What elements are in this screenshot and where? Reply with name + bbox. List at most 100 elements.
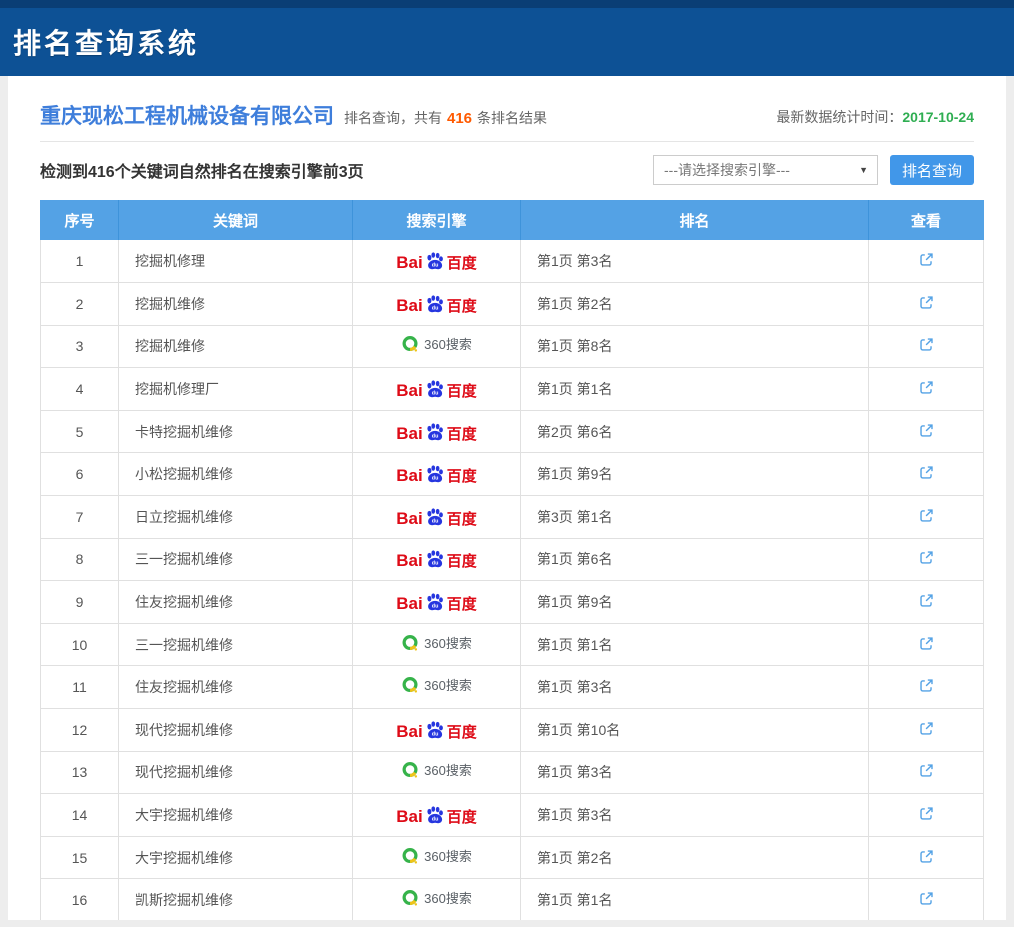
baidu-logo: Bai du 百度 [396, 549, 476, 569]
row-keyword: 现代挖掘机维修 [119, 751, 353, 794]
summary-row: 重庆现松工程机械设备有限公司 排名查询，共有416条排名结果 最新数据统计时间：… [40, 100, 974, 130]
so360-logo: 360搜索 [401, 889, 472, 908]
row-view [869, 496, 984, 539]
so360-label: 360搜索 [424, 764, 472, 777]
row-keyword: 挖掘机维修 [119, 325, 353, 368]
so360-ring-icon [401, 676, 420, 695]
row-index: 6 [41, 453, 119, 496]
row-keyword: 挖掘机修理 [119, 240, 353, 283]
so360-ring-icon [401, 335, 420, 354]
row-rank: 第1页 第1名 [521, 879, 869, 920]
baidu-paw-icon: du [424, 422, 445, 443]
baidu-logo-latin: Bai [396, 425, 422, 442]
baidu-logo-latin: Bai [396, 808, 422, 825]
row-index: 15 [41, 836, 119, 879]
header-top-strip [0, 0, 1014, 8]
table-row: 12 现代挖掘机维修 Bai du 百度 [41, 709, 984, 752]
row-keyword: 卡特挖掘机维修 [119, 410, 353, 453]
svg-text:du: du [432, 731, 439, 737]
row-rank: 第1页 第1名 [521, 623, 869, 666]
external-link-icon [918, 294, 935, 311]
row-view [869, 836, 984, 879]
svg-text:du: du [432, 262, 439, 268]
table-row: 14 大宇挖掘机维修 Bai du 百度 [41, 794, 984, 837]
table-row: 3 挖掘机维修 Bai du 百度 [41, 325, 984, 368]
row-view [869, 623, 984, 666]
baidu-logo-cn: 百度 [447, 256, 477, 271]
divider [40, 141, 974, 142]
baidu-logo: Bai du 百度 [396, 464, 476, 484]
baidu-paw-icon: du [424, 805, 445, 826]
row-rank: 第1页 第9名 [521, 581, 869, 624]
row-rank: 第1页 第3名 [521, 751, 869, 794]
baidu-logo-latin: Bai [396, 595, 422, 612]
company-name-link[interactable]: 重庆现松工程机械设备有限公司 [40, 100, 334, 130]
table-row: 1 挖掘机修理 Bai du 百度 [41, 240, 984, 283]
row-index: 3 [41, 325, 119, 368]
view-link[interactable] [918, 635, 935, 652]
rank-query-button[interactable]: 排名查询 [890, 155, 974, 185]
view-link[interactable] [918, 294, 935, 311]
row-engine: Bai du 百度 360搜索 [353, 879, 521, 920]
svg-text:du: du [432, 305, 439, 311]
engine-select[interactable]: ---请选择搜索引擎--- ▼ [653, 155, 878, 185]
view-link[interactable] [918, 251, 935, 268]
external-link-icon [918, 251, 935, 268]
baidu-logo-cn: 百度 [447, 597, 477, 612]
row-view [869, 538, 984, 581]
app-title: 排名查询系统 [0, 22, 199, 62]
view-link[interactable] [918, 592, 935, 609]
view-link[interactable] [918, 464, 935, 481]
col-header-view: 查看 [869, 200, 984, 240]
row-engine: Bai du 百度 360搜索 [353, 325, 521, 368]
table-header-row: 序号 关键词 搜索引擎 排名 查看 [41, 200, 984, 240]
baidu-logo-latin: Bai [396, 510, 422, 527]
baidu-logo-cn: 百度 [447, 810, 477, 825]
view-link[interactable] [918, 848, 935, 865]
stats-time: 最新数据统计时间：2017-10-24 [776, 107, 974, 130]
svg-text:du: du [432, 561, 439, 567]
view-link[interactable] [918, 720, 935, 737]
baidu-paw-icon: du [424, 549, 445, 570]
row-keyword: 凯斯挖掘机维修 [119, 879, 353, 920]
baidu-logo-latin: Bai [396, 552, 422, 569]
svg-text:du: du [432, 433, 439, 439]
baidu-logo: Bai du 百度 [396, 251, 476, 271]
baidu-logo-cn: 百度 [447, 384, 477, 399]
so360-logo: 360搜索 [401, 335, 472, 354]
view-link[interactable] [918, 549, 935, 566]
baidu-logo: Bai du 百度 [396, 592, 476, 612]
baidu-logo-latin: Bai [396, 723, 422, 740]
row-engine: Bai du 百度 360搜索 [353, 453, 521, 496]
row-engine: Bai du 百度 360搜索 [353, 496, 521, 539]
baidu-logo-latin: Bai [396, 467, 422, 484]
row-engine: Bai du 百度 360搜索 [353, 368, 521, 411]
external-link-icon [918, 762, 935, 779]
view-link[interactable] [918, 762, 935, 779]
row-keyword: 住友挖掘机维修 [119, 666, 353, 709]
view-link[interactable] [918, 677, 935, 694]
result-count: 416 [447, 110, 472, 127]
view-link[interactable] [918, 336, 935, 353]
so360-label: 360搜索 [424, 892, 472, 905]
row-engine: Bai du 百度 360搜索 [353, 709, 521, 752]
baidu-logo: Bai du 百度 [396, 294, 476, 314]
engine-select-value: ---请选择搜索引擎--- [664, 160, 790, 180]
view-link[interactable] [918, 890, 935, 907]
col-header-keyword: 关键词 [119, 200, 353, 240]
row-view [869, 325, 984, 368]
view-link[interactable] [918, 379, 935, 396]
view-link[interactable] [918, 422, 935, 439]
row-view [869, 751, 984, 794]
table-row: 10 三一挖掘机维修 Bai du 百度 [41, 623, 984, 666]
baidu-logo-cn: 百度 [447, 554, 477, 569]
view-link[interactable] [918, 805, 935, 822]
baidu-paw-icon: du [424, 379, 445, 400]
view-link[interactable] [918, 507, 935, 524]
svg-text:du: du [432, 603, 439, 609]
row-engine: Bai du 百度 360搜索 [353, 538, 521, 581]
summary-suffix: 条排名结果 [477, 110, 547, 126]
external-link-icon [918, 848, 935, 865]
table-row: 9 住友挖掘机维修 Bai du 百度 [41, 581, 984, 624]
so360-logo: 360搜索 [401, 847, 472, 866]
